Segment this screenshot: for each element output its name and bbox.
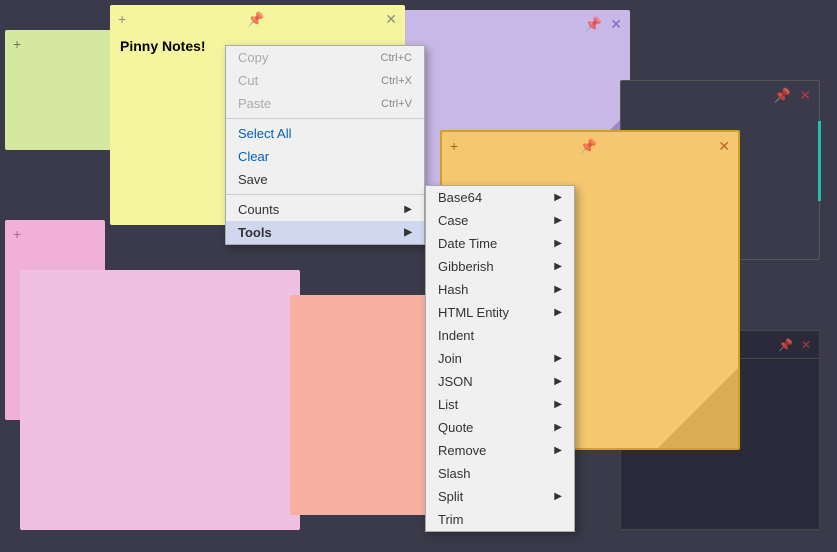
note-green: + xyxy=(5,30,125,150)
note-dark-top-header: 📌 ✕ xyxy=(621,81,819,109)
menu-item-cut-label: Cut xyxy=(238,73,258,88)
menu-item-tools-label: Tools xyxy=(238,225,272,240)
menu-item-paste-label: Paste xyxy=(238,96,271,111)
submenu-item-case-label: Case xyxy=(438,213,468,228)
menu-item-counts[interactable]: Counts ▶ xyxy=(226,198,424,221)
submenu-item-html-entity[interactable]: HTML Entity ▶ xyxy=(426,301,574,324)
menu-divider-1 xyxy=(226,118,424,119)
menu-item-paste[interactable]: Paste Ctrl+V xyxy=(226,92,424,115)
tools-arrow-icon: ▶ xyxy=(404,227,412,238)
submenu-item-hash[interactable]: Hash ▶ xyxy=(426,278,574,301)
join-arrow-icon: ▶ xyxy=(554,353,562,364)
html-entity-arrow-icon: ▶ xyxy=(554,307,562,318)
note-dark-pin-icon[interactable]: 📌 xyxy=(774,87,791,104)
submenu-item-slash[interactable]: Slash xyxy=(426,462,574,485)
submenu-item-list-label: List xyxy=(438,397,458,412)
menu-item-paste-shortcut: Ctrl+V xyxy=(381,98,412,110)
menu-item-counts-label: Counts xyxy=(238,202,279,217)
menu-item-save-label: Save xyxy=(238,172,268,187)
list-arrow-icon: ▶ xyxy=(554,399,562,410)
note-yellow-title: Pinny Notes! xyxy=(120,38,206,54)
note-yellow-add-icon[interactable]: + xyxy=(118,11,126,27)
menu-item-clear-label: Clear xyxy=(238,149,269,164)
menu-item-cut-shortcut: Ctrl+X xyxy=(381,75,412,87)
menu-item-copy-shortcut: Ctrl+C xyxy=(381,52,412,64)
submenu-item-remove[interactable]: Remove ▶ xyxy=(426,439,574,462)
menu-item-clear[interactable]: Clear xyxy=(226,145,424,168)
note-pink-main-header xyxy=(20,270,300,298)
submenu-item-base64[interactable]: Base64 ▶ xyxy=(426,186,574,209)
submenu-item-slash-label: Slash xyxy=(438,466,471,481)
submenu-item-gibberish[interactable]: Gibberish ▶ xyxy=(426,255,574,278)
note-purple-close-icon[interactable]: ✕ xyxy=(610,16,622,33)
submenu-item-split[interactable]: Split ▶ xyxy=(426,485,574,508)
note-purple-header: 📌 ✕ xyxy=(380,10,630,38)
note-dark-bottom-close-icon[interactable]: ✕ xyxy=(801,338,811,352)
note-orange-add-icon[interactable]: + xyxy=(450,138,458,154)
note-green-header: + xyxy=(5,30,125,58)
note-pink-left-header: + xyxy=(5,220,105,248)
submenu-item-join[interactable]: Join ▶ xyxy=(426,347,574,370)
submenu-item-datetime-label: Date Time xyxy=(438,236,497,251)
note-yellow-header: + 📌 ✕ xyxy=(110,5,405,33)
remove-arrow-icon: ▶ xyxy=(554,445,562,456)
menu-item-copy-label: Copy xyxy=(238,50,268,65)
submenu-item-trim[interactable]: Trim xyxy=(426,508,574,531)
quote-arrow-icon: ▶ xyxy=(554,422,562,433)
menu-item-select-all-label: Select All xyxy=(238,126,291,141)
note-orange-header: + 📌 ✕ xyxy=(442,132,738,160)
submenu-item-list[interactable]: List ▶ xyxy=(426,393,574,416)
menu-item-cut[interactable]: Cut Ctrl+X xyxy=(226,69,424,92)
gibberish-arrow-icon: ▶ xyxy=(554,261,562,272)
submenu-item-indent[interactable]: Indent xyxy=(426,324,574,347)
submenu-item-gibberish-label: Gibberish xyxy=(438,259,494,274)
tools-submenu: Base64 ▶ Case ▶ Date Time ▶ Gibberish ▶ … xyxy=(425,185,575,532)
submenu-item-hash-label: Hash xyxy=(438,282,468,297)
datetime-arrow-icon: ▶ xyxy=(554,238,562,249)
note-dark-close-icon[interactable]: ✕ xyxy=(799,87,811,104)
context-menu: Copy Ctrl+C Cut Ctrl+X Paste Ctrl+V Sele… xyxy=(225,45,425,245)
submenu-item-case[interactable]: Case ▶ xyxy=(426,209,574,232)
counts-arrow-icon: ▶ xyxy=(404,204,412,215)
submenu-item-json[interactable]: JSON ▶ xyxy=(426,370,574,393)
submenu-item-split-label: Split xyxy=(438,489,463,504)
note-orange-pin-icon[interactable]: 📌 xyxy=(580,138,597,155)
split-arrow-icon: ▶ xyxy=(554,491,562,502)
note-dark-bottom-pin-icon[interactable]: 📌 xyxy=(778,338,793,352)
note-pink-main xyxy=(20,270,300,530)
submenu-item-datetime[interactable]: Date Time ▶ xyxy=(426,232,574,255)
menu-item-copy[interactable]: Copy Ctrl+C xyxy=(226,46,424,69)
submenu-item-base64-label: Base64 xyxy=(438,190,482,205)
note-orange-close-icon[interactable]: ✕ xyxy=(718,138,730,155)
submenu-item-quote[interactable]: Quote ▶ xyxy=(426,416,574,439)
submenu-item-quote-label: Quote xyxy=(438,420,473,435)
note-yellow-pin-icon[interactable]: 📌 xyxy=(247,11,264,28)
teal-border-decoration xyxy=(818,121,821,201)
note-yellow-close-icon[interactable]: ✕ xyxy=(385,11,397,28)
submenu-item-remove-label: Remove xyxy=(438,443,486,458)
submenu-item-html-entity-label: HTML Entity xyxy=(438,305,509,320)
menu-item-save[interactable]: Save xyxy=(226,168,424,191)
submenu-item-indent-label: Indent xyxy=(438,328,474,343)
orange-triangle xyxy=(658,368,738,448)
menu-item-select-all[interactable]: Select All xyxy=(226,122,424,145)
note-green-add-icon[interactable]: + xyxy=(13,36,21,52)
note-pink-left-add-icon[interactable]: + xyxy=(13,226,21,242)
json-arrow-icon: ▶ xyxy=(554,376,562,387)
submenu-item-json-label: JSON xyxy=(438,374,473,389)
menu-item-tools[interactable]: Tools ▶ xyxy=(226,221,424,244)
case-arrow-icon: ▶ xyxy=(554,215,562,226)
menu-divider-2 xyxy=(226,194,424,195)
note-purple-pin-icon[interactable]: 📌 xyxy=(585,16,602,33)
submenu-item-join-label: Join xyxy=(438,351,462,366)
base64-arrow-icon: ▶ xyxy=(554,192,562,203)
submenu-item-trim-label: Trim xyxy=(438,512,464,527)
hash-arrow-icon: ▶ xyxy=(554,284,562,295)
